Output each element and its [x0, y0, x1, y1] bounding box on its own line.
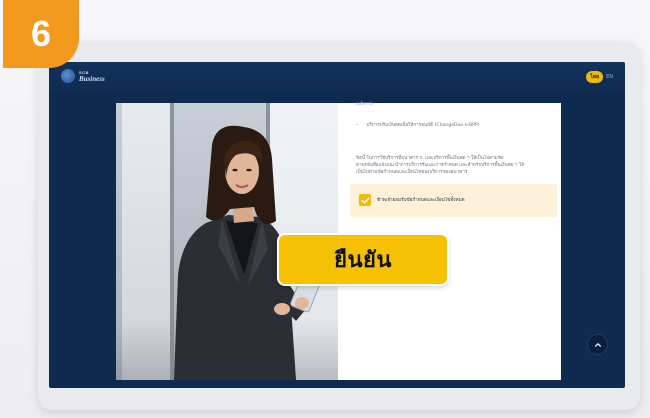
consent-checkbox[interactable] [359, 194, 371, 206]
brand-mark-icon [61, 69, 75, 83]
confirm-button[interactable]: ยืนยัน [277, 233, 449, 286]
tablet-frame: SCB Business ไทย EN (บริการ) – บริการปรั… [38, 42, 640, 410]
lang-thai[interactable]: ไทย [586, 71, 604, 83]
check-icon [361, 196, 369, 204]
stage: SCB Business ไทย EN (บริการ) – บริการปรั… [0, 0, 650, 418]
brand-logo[interactable]: SCB Business [61, 69, 105, 83]
terms-paragraph: ข้อนี้ ในการใช้บริการที่ธนาคาร ก. และบริ… [356, 155, 552, 176]
consent-box[interactable]: ข้าพเจ้ายอมรับข้อกำหนดและเงื่อนไขทั้งหมด [350, 184, 557, 217]
terms-paragraph-line: ข้อนี้ ในการใช้บริการที่ธนาคาร ก. และบริ… [356, 156, 504, 161]
app-header: SCB Business ไทย EN [49, 62, 625, 92]
tablet-screen: SCB Business ไทย EN (บริการ) – บริการปรั… [49, 62, 625, 388]
terms-bullet: – บริการปรับเงินสดเมื่อให้การอนุมัติ (Ch… [356, 122, 552, 129]
lang-english[interactable]: EN [606, 74, 613, 80]
language-switch[interactable]: ไทย EN [586, 71, 613, 83]
brand-text: SCB Business [79, 69, 105, 83]
consent-label: ข้าพเจ้ายอมรับข้อกำหนดและเงื่อนไขทั้งหมด [377, 198, 465, 203]
terms-top-line: (บริการ) [356, 102, 373, 107]
scroll-top-button[interactable] [588, 335, 607, 354]
bullet-dash-icon: – [356, 122, 359, 128]
brand-name: Business [79, 75, 105, 83]
chevron-up-icon [594, 342, 601, 347]
step-number-badge: 6 [3, 0, 79, 68]
terms-paragraph-line: เป็นไปตามข้อกำหนดและเงื่อนไขของบริการของ… [356, 170, 468, 175]
terms-bullet-text: บริการปรับเงินสดเมื่อให้การอนุมัติ (Chan… [366, 123, 480, 128]
terms-paragraph-line: ตามหนังสือแจ้งแนะนำการบริการรับและการกำห… [356, 163, 525, 168]
